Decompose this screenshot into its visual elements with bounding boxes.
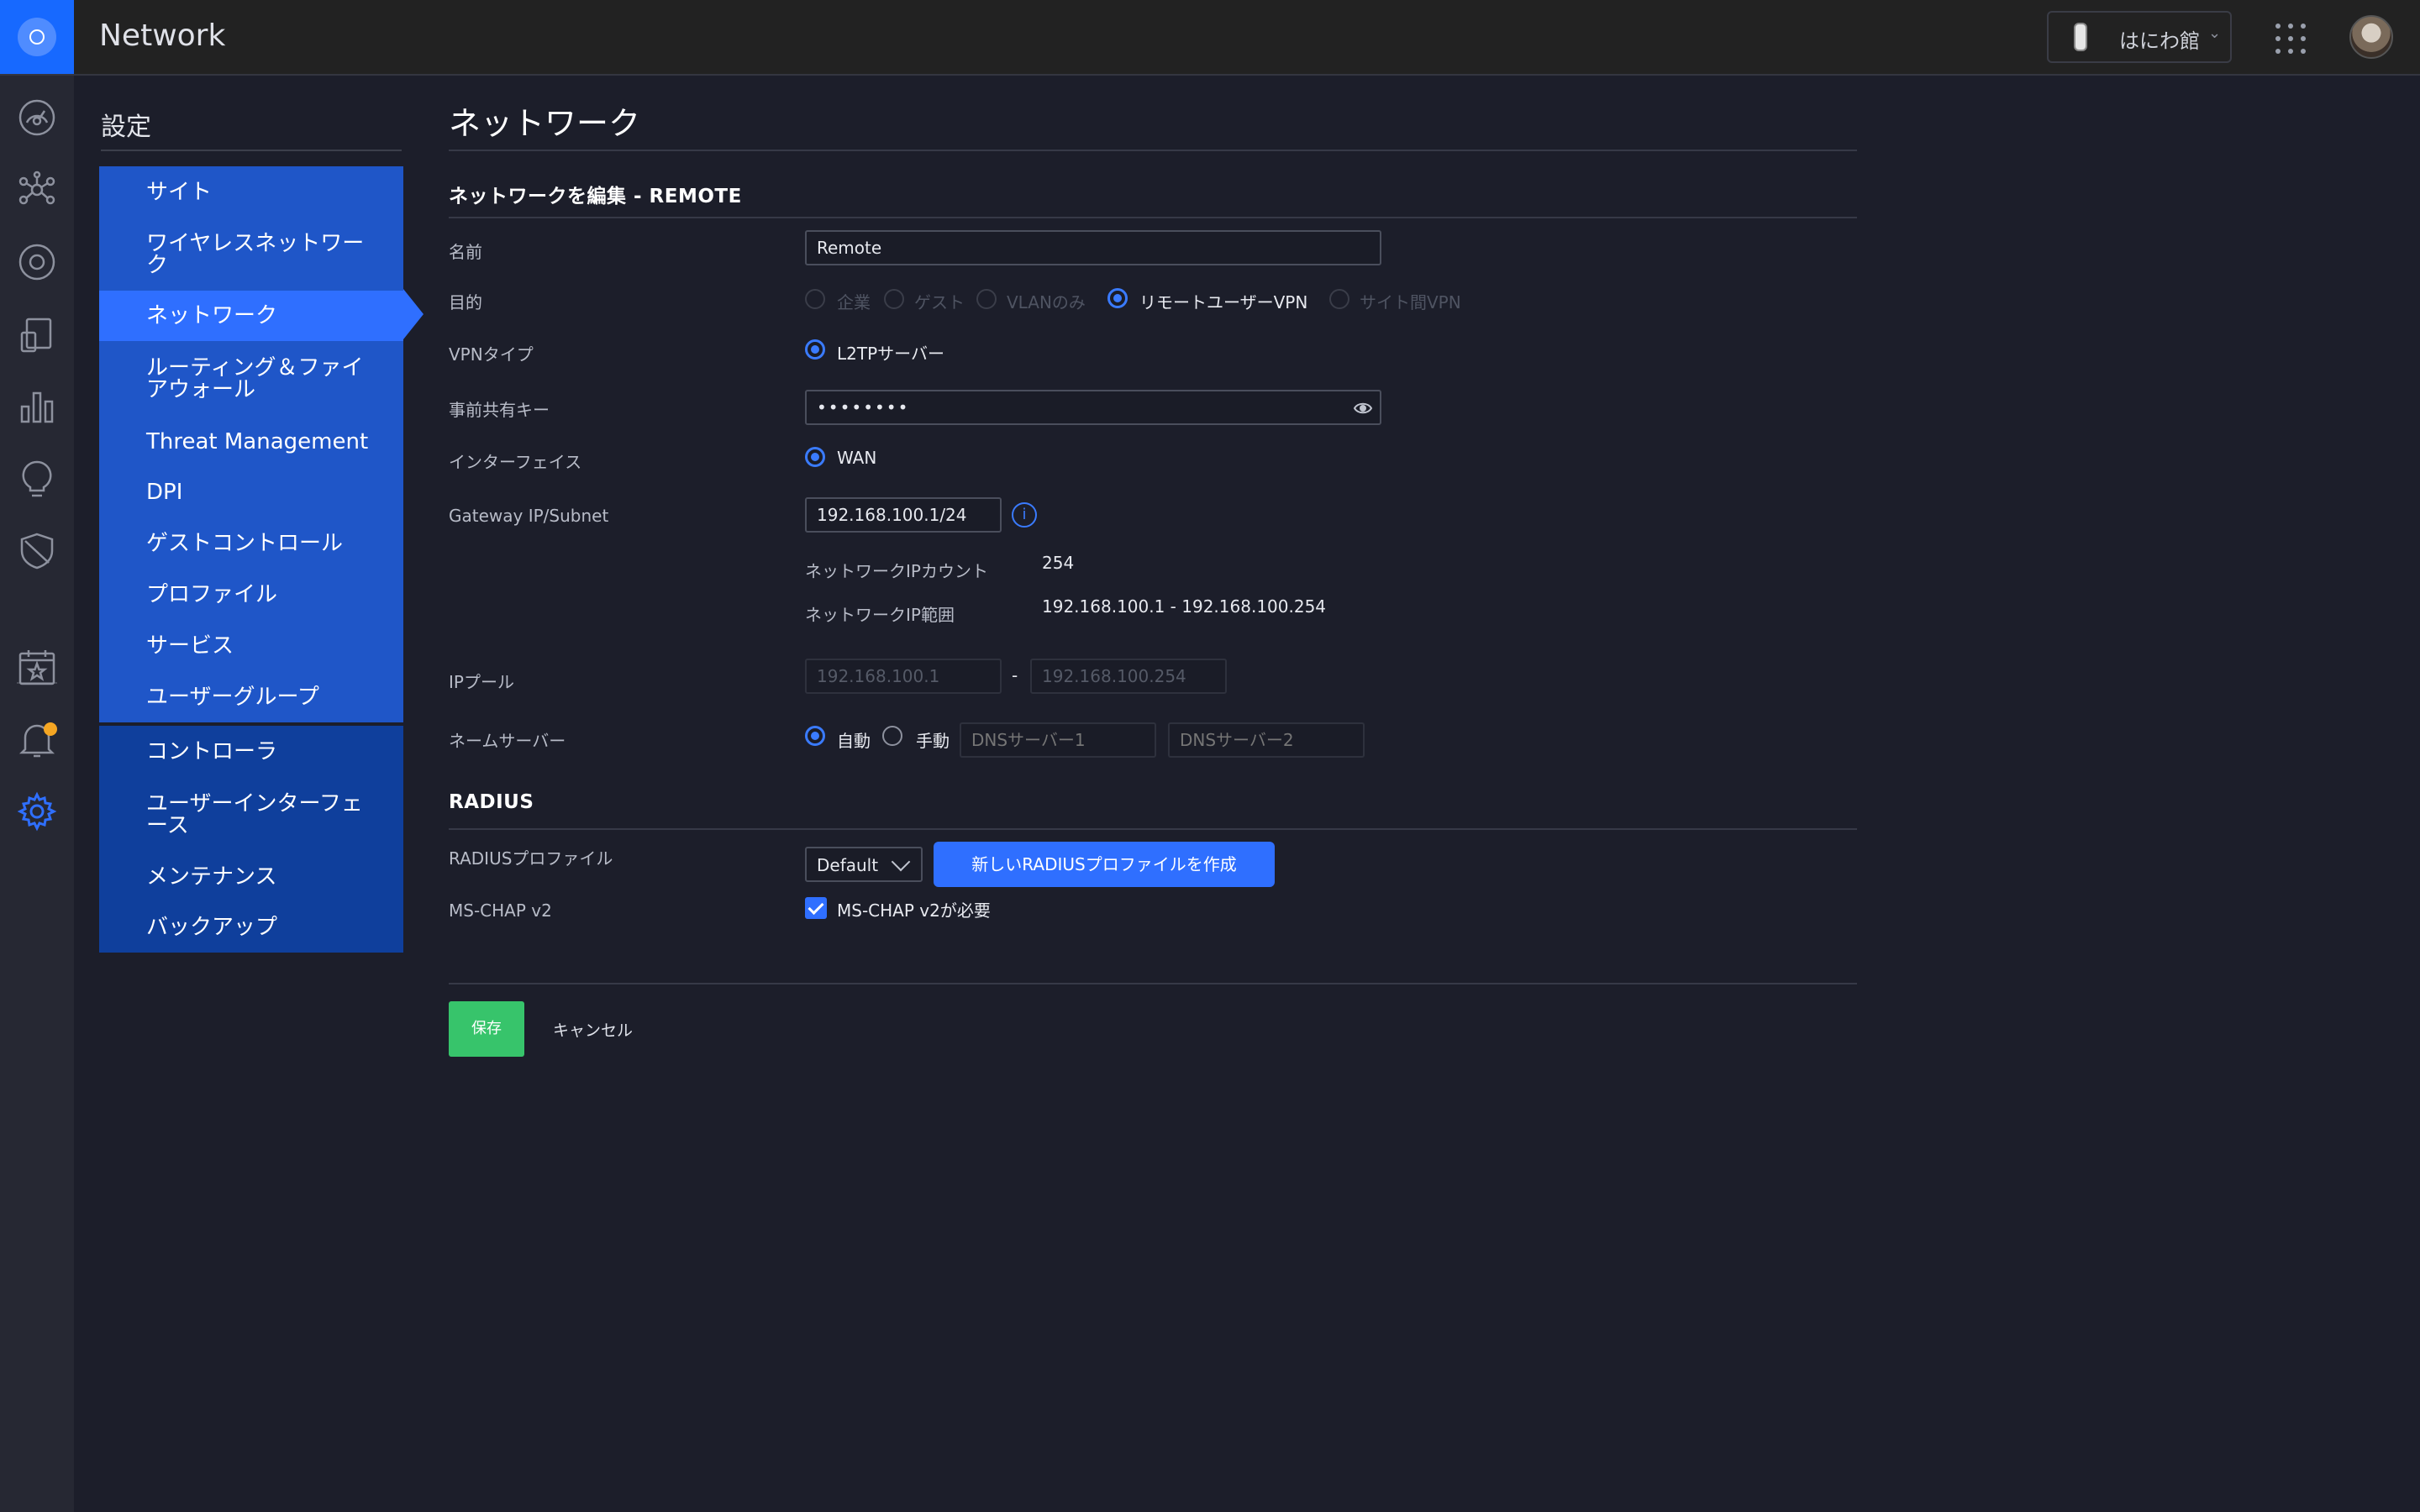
mschap-checkbox[interactable] bbox=[805, 897, 827, 919]
purpose-radio-site-vpn[interactable] bbox=[1329, 289, 1349, 309]
purpose-radio-vlan-only[interactable] bbox=[976, 289, 997, 309]
left-rail bbox=[0, 76, 74, 1512]
nav-item-user-interface[interactable]: ユーザーインターフェース bbox=[99, 778, 403, 852]
top-bar: Network はにわ館 ⌄ bbox=[0, 0, 2420, 76]
notification-badge bbox=[44, 722, 57, 736]
devices-icon[interactable] bbox=[17, 242, 57, 282]
name-label: 名前 bbox=[449, 242, 482, 262]
psk-input[interactable]: •••••••• bbox=[805, 390, 1381, 425]
ip-count-value: 254 bbox=[1042, 553, 1075, 573]
app-title: Network bbox=[99, 18, 226, 53]
purpose-option-corporate: 企業 bbox=[837, 292, 871, 312]
dns2-input[interactable] bbox=[1168, 722, 1365, 758]
nav-item-user-groups[interactable]: ユーザーグループ bbox=[99, 672, 403, 722]
statistics-icon[interactable] bbox=[17, 386, 57, 427]
vpn-type-option-l2tp: L2TPサーバー bbox=[837, 344, 944, 364]
ip-pool-start-input[interactable]: 192.168.100.1 bbox=[805, 659, 1002, 694]
site-selector[interactable]: はにわ館 ⌄ bbox=[2047, 11, 2232, 63]
save-button[interactable]: 保存 bbox=[449, 1001, 524, 1057]
purpose-option-site-vpn: サイト間VPN bbox=[1360, 292, 1461, 312]
topology-icon[interactable] bbox=[17, 170, 57, 210]
ip-range-value: 192.168.100.1 - 192.168.100.254 bbox=[1042, 596, 1327, 617]
divider bbox=[449, 983, 1857, 984]
nav-item-maintenance[interactable]: メンテナンス bbox=[99, 852, 403, 902]
interface-option-wan: WAN bbox=[837, 448, 877, 468]
nav-item-threat-management[interactable]: Threat Management bbox=[99, 417, 403, 467]
chevron-down-icon: ⌄ bbox=[2208, 24, 2222, 42]
purpose-option-guest: ゲスト bbox=[914, 292, 965, 312]
nav-item-controller[interactable]: コントローラ bbox=[99, 726, 403, 778]
nameserver-label: ネームサーバー bbox=[449, 731, 566, 751]
insights-icon[interactable] bbox=[17, 459, 57, 499]
name-input[interactable]: Remote bbox=[805, 230, 1381, 265]
ip-range-label: ネットワークIP範囲 bbox=[805, 605, 955, 625]
psk-label: 事前共有キー bbox=[449, 400, 550, 420]
nav-item-services[interactable]: サービス bbox=[99, 620, 403, 672]
dashboard-icon[interactable] bbox=[17, 97, 57, 138]
nameserver-radio-manual[interactable] bbox=[882, 726, 902, 746]
device-icon bbox=[2074, 23, 2087, 51]
nameserver-radio-auto[interactable] bbox=[805, 726, 825, 746]
shield-icon[interactable] bbox=[17, 531, 57, 571]
nav-item-profiles[interactable]: プロファイル bbox=[99, 570, 403, 620]
events-icon[interactable] bbox=[17, 647, 57, 687]
gateway-input[interactable]: 192.168.100.1/24 bbox=[805, 497, 1002, 533]
ip-pool-separator: - bbox=[1012, 665, 1018, 685]
purpose-label: 目的 bbox=[449, 292, 482, 312]
vpn-type-radio-l2tp[interactable] bbox=[805, 339, 825, 360]
ip-count-label: ネットワークIPカウント bbox=[805, 561, 988, 581]
ubiquiti-logo-icon[interactable] bbox=[0, 0, 74, 74]
divider bbox=[449, 828, 1857, 830]
dns1-input[interactable] bbox=[960, 722, 1156, 758]
ip-pool-label: IPプール bbox=[449, 672, 514, 692]
divider bbox=[101, 150, 402, 151]
eye-icon[interactable] bbox=[1353, 398, 1373, 418]
nav-item-dpi[interactable]: DPI bbox=[99, 467, 403, 517]
interface-label: インターフェイス bbox=[449, 452, 582, 472]
clients-icon[interactable] bbox=[17, 314, 57, 354]
radius-section-title: RADIUS bbox=[449, 791, 534, 813]
nav-item-network[interactable]: ネットワーク bbox=[99, 291, 403, 341]
create-radius-profile-button[interactable]: 新しいRADIUSプロファイルを作成 bbox=[934, 842, 1275, 887]
settings-heading: 設定 bbox=[101, 113, 151, 142]
interface-radio-wan[interactable] bbox=[805, 447, 825, 467]
settings-icon[interactable] bbox=[17, 791, 57, 832]
nav-item-site[interactable]: サイト bbox=[99, 166, 403, 218]
nav-item-routing-firewall[interactable]: ルーティング＆ファイアウォール bbox=[99, 341, 403, 417]
site-name: はにわ館 bbox=[2119, 29, 2200, 53]
radius-profile-label: RADIUSプロファイル bbox=[449, 848, 613, 869]
nameserver-option-manual: 手動 bbox=[916, 731, 950, 751]
divider bbox=[449, 150, 1857, 151]
radius-profile-select[interactable]: Default bbox=[805, 847, 923, 882]
section-title: ネットワークを編集 - REMOTE bbox=[449, 186, 742, 207]
info-icon[interactable]: i bbox=[1012, 502, 1037, 528]
gateway-label: Gateway IP/Subnet bbox=[449, 506, 609, 526]
page-title: ネットワーク bbox=[449, 105, 641, 142]
purpose-radio-corporate[interactable] bbox=[805, 289, 825, 309]
ip-pool-end-input[interactable]: 192.168.100.254 bbox=[1030, 659, 1227, 694]
cancel-button[interactable]: キャンセル bbox=[553, 1018, 633, 1041]
nav-item-wireless[interactable]: ワイヤレスネットワーク bbox=[99, 218, 403, 291]
avatar[interactable] bbox=[2349, 15, 2393, 59]
divider bbox=[449, 217, 1857, 218]
purpose-option-remote-vpn: リモートユーザーVPN bbox=[1139, 292, 1308, 312]
nav-item-guest-control[interactable]: ゲストコントロール bbox=[99, 517, 403, 570]
purpose-radio-guest[interactable] bbox=[884, 289, 904, 309]
mschap-label: MS-CHAP v2 bbox=[449, 900, 552, 921]
nameserver-option-auto: 自動 bbox=[837, 731, 871, 751]
purpose-option-vlan-only: VLANのみ bbox=[1007, 292, 1086, 312]
mschap-checkbox-label: MS-CHAP v2が必要 bbox=[837, 900, 991, 921]
nav-item-backup[interactable]: バックアップ bbox=[99, 902, 403, 953]
active-indicator bbox=[403, 289, 424, 339]
vpn-type-label: VPNタイプ bbox=[449, 344, 534, 365]
apps-grid-icon[interactable] bbox=[2275, 24, 2306, 54]
purpose-radio-remote-vpn[interactable] bbox=[1107, 288, 1128, 308]
chevron-down-icon bbox=[891, 852, 911, 872]
